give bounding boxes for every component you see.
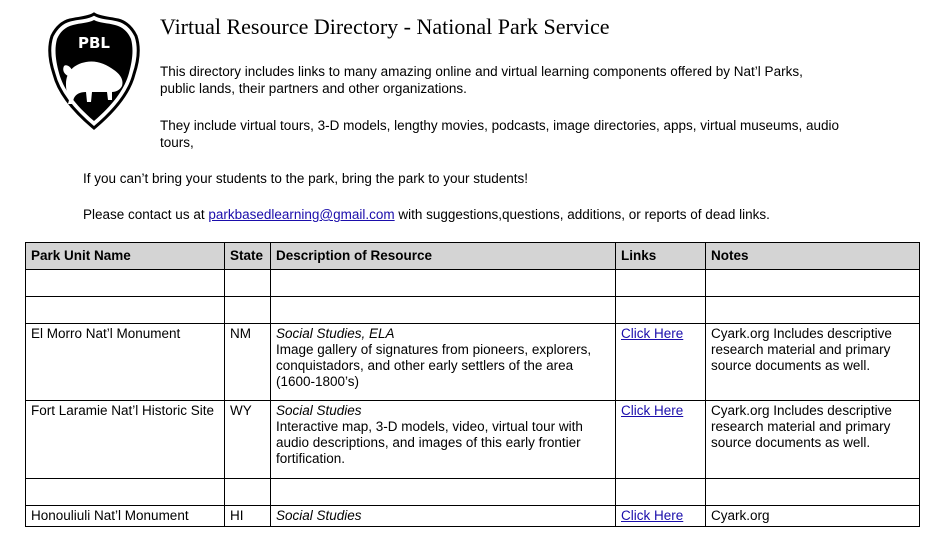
table-row: El Morro Nat’l Monument NM Social Studie… <box>25 323 920 401</box>
intro-paragraph: This directory includes links to many am… <box>160 64 803 96</box>
park-name: Honouliuli Nat’l Monument <box>25 505 225 527</box>
subject-category: Social Studies <box>276 403 362 418</box>
state: HI <box>224 505 271 527</box>
park-name: El Morro Nat’l Monument <box>25 323 225 401</box>
notes: Cyark.org Includes descriptive research … <box>705 400 920 479</box>
click-here-link[interactable]: Click Here <box>621 326 683 341</box>
contact-line: Please contact us at parkbasedlearning@g… <box>83 207 770 222</box>
description: Social Studies Interactive map, 3-D mode… <box>270 400 616 479</box>
state: NM <box>224 323 271 401</box>
pbl-logo: PBL <box>48 12 140 130</box>
description-text: Interactive map, 3-D models, video, virt… <box>276 419 583 466</box>
resource-table: Park Unit Name State Description of Reso… <box>25 242 920 527</box>
description: Social Studies <box>270 505 616 527</box>
contact-suffix: with suggestions,questions, additions, o… <box>394 207 770 222</box>
description-text: Image gallery of signatures from pioneer… <box>276 342 592 389</box>
subject-category: Social Studies, ELA <box>276 326 395 341</box>
table-row-empty <box>25 269 920 297</box>
page-title: Virtual Resource Directory - National Pa… <box>160 14 610 39</box>
table-row-empty <box>25 478 920 506</box>
state: WY <box>224 400 271 479</box>
logo-text: PBL <box>78 34 110 52</box>
header-links: Links <box>615 242 706 270</box>
link-cell: Click Here <box>615 323 706 401</box>
click-here-link[interactable]: Click Here <box>621 403 683 418</box>
contact-prefix: Please contact us at <box>83 207 209 222</box>
header-state: State <box>224 242 271 270</box>
subject-category: Social Studies <box>276 508 362 523</box>
table-row: Honouliuli Nat’l Monument HI Social Stud… <box>25 505 920 527</box>
intro-list-paragraph: They include virtual tours, 3-D models, … <box>160 118 840 150</box>
notes: Cyark.org <box>705 505 920 527</box>
link-cell: Click Here <box>615 505 706 527</box>
park-name: Fort Laramie Nat’l Historic Site <box>25 400 225 479</box>
table-row: Fort Laramie Nat’l Historic Site WY Soci… <box>25 400 920 479</box>
notes: Cyark.org Includes descriptive research … <box>705 323 920 401</box>
header-notes: Notes <box>705 242 920 270</box>
link-cell: Click Here <box>615 400 706 479</box>
table-header-row: Park Unit Name State Description of Reso… <box>25 242 920 270</box>
slogan-text: If you can’t bring your students to the … <box>83 171 528 186</box>
description: Social Studies, ELA Image gallery of sig… <box>270 323 616 401</box>
header-desc: Description of Resource <box>270 242 616 270</box>
table-row-empty <box>25 296 920 324</box>
header-park: Park Unit Name <box>25 242 225 270</box>
contact-email-link[interactable]: parkbasedlearning@gmail.com <box>208 207 394 222</box>
click-here-link[interactable]: Click Here <box>621 508 683 523</box>
